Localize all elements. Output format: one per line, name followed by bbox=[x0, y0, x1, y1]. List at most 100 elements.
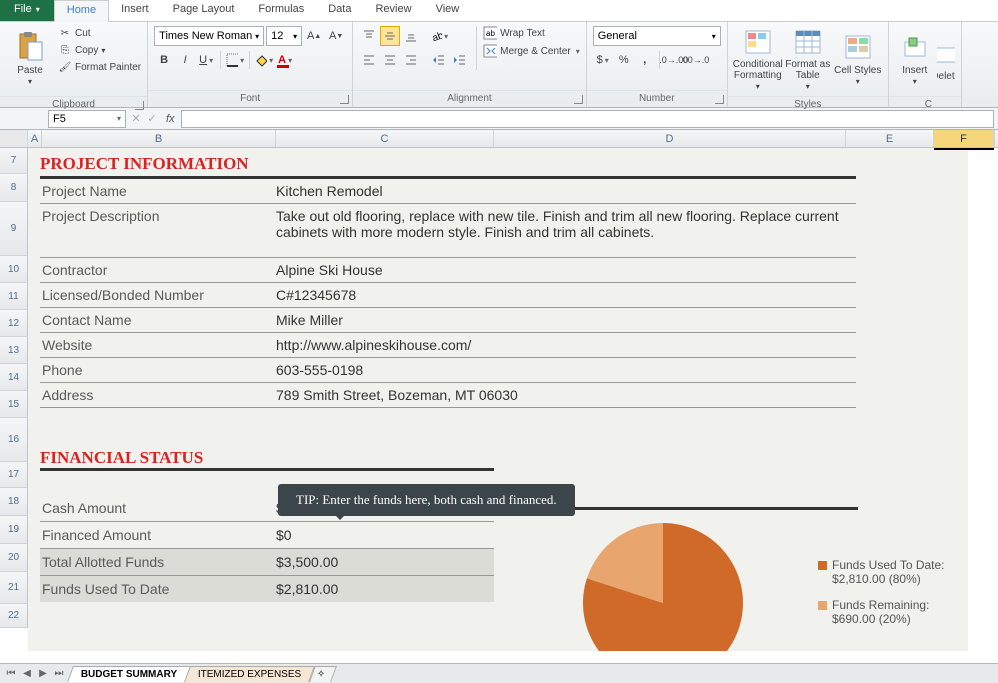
tab-nav-next[interactable]: ▶ bbox=[36, 668, 50, 679]
copy-button[interactable]: ⎘Copy▾ bbox=[58, 43, 141, 57]
new-sheet-button[interactable]: ✧ bbox=[309, 666, 337, 682]
row-financed-amount: Financed Amount$0 bbox=[40, 522, 494, 549]
cond-label: Conditional Formatting bbox=[733, 59, 783, 81]
col-header-B[interactable]: B bbox=[42, 130, 276, 147]
row-contractor: ContractorAlpine Ski House bbox=[40, 258, 856, 283]
row-header-13[interactable]: 13 bbox=[0, 337, 28, 364]
fx-icon[interactable]: fx bbox=[166, 113, 175, 125]
col-header-D[interactable]: D bbox=[494, 130, 846, 147]
row-header-16[interactable]: 16 bbox=[0, 418, 28, 462]
increase-font-button[interactable]: A▲ bbox=[304, 26, 324, 46]
format-painter-button[interactable]: 🖌Format Painter bbox=[58, 60, 141, 74]
selection-outline bbox=[934, 148, 994, 150]
paste-label: Paste bbox=[17, 65, 43, 76]
group-font: Times New Roman▾ 12▾ A▲ A▼ B I U A Font bbox=[148, 22, 353, 107]
decrease-decimal-button[interactable]: .00→.0 bbox=[685, 50, 705, 70]
cells-area[interactable]: PROJECT INFORMATION Project NameKitchen … bbox=[28, 148, 968, 651]
delete-cells-icon bbox=[937, 37, 955, 69]
paste-button[interactable]: Paste ▾ bbox=[6, 26, 54, 92]
copy-icon: ⎘ bbox=[58, 43, 72, 57]
delete-cells-button[interactable]: Delete bbox=[937, 26, 955, 92]
row-header-12[interactable]: 12 bbox=[0, 310, 28, 337]
sheet-tab-itemized-expenses[interactable]: ITEMIZED EXPENSES bbox=[184, 666, 315, 682]
wrap-text-icon: ab bbox=[483, 26, 497, 40]
cancel-icon: ✕ bbox=[128, 112, 144, 125]
format-painter-icon: 🖌 bbox=[58, 60, 72, 74]
row-header-18[interactable]: 18 bbox=[0, 488, 28, 516]
row-header-11[interactable]: 11 bbox=[0, 283, 28, 310]
tab-view[interactable]: View bbox=[424, 0, 472, 21]
font-size-select[interactable]: 12▾ bbox=[266, 26, 302, 46]
conditional-formatting-button[interactable]: Conditional Formatting▾ bbox=[734, 26, 782, 92]
tab-data[interactable]: Data bbox=[316, 0, 363, 21]
row-address: Address789 Smith Street, Bozeman, MT 060… bbox=[40, 383, 856, 408]
align-middle-button[interactable] bbox=[380, 26, 400, 46]
increase-indent-button[interactable] bbox=[450, 50, 470, 70]
group-number: General▾ $ % , .0→.00 .00→.0 Number bbox=[587, 22, 728, 107]
group-styles: Conditional Formatting▾ Format as Table▾… bbox=[728, 22, 889, 107]
col-header-A[interactable]: A bbox=[28, 130, 42, 147]
ribbon-tabs: File Home Insert Page Layout Formulas Da… bbox=[0, 0, 998, 22]
column-headers[interactable]: ABCDEF bbox=[0, 130, 998, 148]
row-header-10[interactable]: 10 bbox=[0, 256, 28, 283]
decrease-indent-button[interactable] bbox=[429, 50, 449, 70]
cell-styles-button[interactable]: Cell Styles▾ bbox=[834, 26, 882, 92]
cut-button[interactable]: ✂Cut bbox=[58, 26, 141, 40]
col-header-E[interactable]: E bbox=[846, 130, 934, 147]
col-header-F[interactable]: F bbox=[934, 130, 994, 147]
font-color-button[interactable]: A bbox=[275, 50, 295, 70]
borders-button[interactable] bbox=[225, 50, 245, 70]
tab-formulas[interactable]: Formulas bbox=[246, 0, 316, 21]
row-license: Licensed/Bonded NumberC#12345678 bbox=[40, 283, 856, 308]
insert-cells-button[interactable]: Insert▾ bbox=[895, 26, 935, 92]
row-header-7[interactable]: 7 bbox=[0, 148, 28, 174]
decrease-font-button[interactable]: A▼ bbox=[326, 26, 346, 46]
row-headers[interactable]: 78910111213141516171819202122 bbox=[0, 148, 28, 628]
new-sheet-icon: ✧ bbox=[316, 669, 324, 680]
row-header-19[interactable]: 19 bbox=[0, 516, 28, 544]
italic-button[interactable]: I bbox=[175, 50, 195, 70]
font-name-select[interactable]: Times New Roman▾ bbox=[154, 26, 264, 46]
number-format-select[interactable]: General▾ bbox=[593, 26, 721, 46]
underline-button[interactable]: U bbox=[196, 50, 216, 70]
align-left-button[interactable] bbox=[359, 50, 379, 70]
align-top-button[interactable] bbox=[359, 26, 379, 46]
merge-center-button[interactable]: Merge & Center bbox=[483, 44, 580, 58]
row-header-14[interactable]: 14 bbox=[0, 364, 28, 391]
tab-nav-first[interactable]: ⏮ bbox=[4, 668, 18, 679]
align-bottom-button[interactable] bbox=[401, 26, 421, 46]
align-center-button[interactable] bbox=[380, 50, 400, 70]
row-header-9[interactable]: 9 bbox=[0, 202, 28, 256]
tab-home[interactable]: Home bbox=[54, 0, 109, 22]
group-cells-label: C bbox=[889, 96, 961, 113]
currency-button[interactable]: $ bbox=[593, 50, 613, 70]
format-as-table-button[interactable]: Format as Table▾ bbox=[784, 26, 832, 92]
row-header-8[interactable]: 8 bbox=[0, 174, 28, 202]
tab-review[interactable]: Review bbox=[363, 0, 423, 21]
row-header-22[interactable]: 22 bbox=[0, 604, 28, 628]
select-all-corner[interactable] bbox=[0, 130, 28, 147]
tab-nav-last[interactable]: ⏭ bbox=[52, 668, 66, 679]
fill-color-button[interactable] bbox=[254, 50, 274, 70]
col-header-C[interactable]: C bbox=[276, 130, 494, 147]
align-right-button[interactable] bbox=[401, 50, 421, 70]
row-header-15[interactable]: 15 bbox=[0, 391, 28, 418]
percent-button[interactable]: % bbox=[614, 50, 634, 70]
tab-page-layout[interactable]: Page Layout bbox=[161, 0, 247, 21]
comma-button[interactable]: , bbox=[635, 50, 655, 70]
tab-insert[interactable]: Insert bbox=[109, 0, 161, 21]
tab-nav-prev[interactable]: ◀ bbox=[20, 668, 34, 679]
tip-callout: TIP: Enter the funds here, both cash and… bbox=[278, 484, 575, 516]
row-header-20[interactable]: 20 bbox=[0, 544, 28, 572]
bold-button[interactable]: B bbox=[154, 50, 174, 70]
worksheet-grid[interactable]: ABCDEF 78910111213141516171819202122 PRO… bbox=[0, 130, 998, 651]
tab-file[interactable]: File bbox=[0, 0, 54, 21]
row-header-17[interactable]: 17 bbox=[0, 462, 28, 488]
conditional-formatting-icon bbox=[742, 26, 774, 57]
svg-text:ab: ab bbox=[486, 29, 495, 38]
wrap-text-button[interactable]: abWrap Text bbox=[483, 26, 580, 40]
sheet-tab-budget-summary[interactable]: BUDGET SUMMARY bbox=[67, 666, 191, 682]
row-header-21[interactable]: 21 bbox=[0, 572, 28, 604]
row-website: Websitehttp://www.alpineskihouse.com/ bbox=[40, 333, 856, 358]
orientation-button[interactable]: ab bbox=[429, 26, 449, 46]
